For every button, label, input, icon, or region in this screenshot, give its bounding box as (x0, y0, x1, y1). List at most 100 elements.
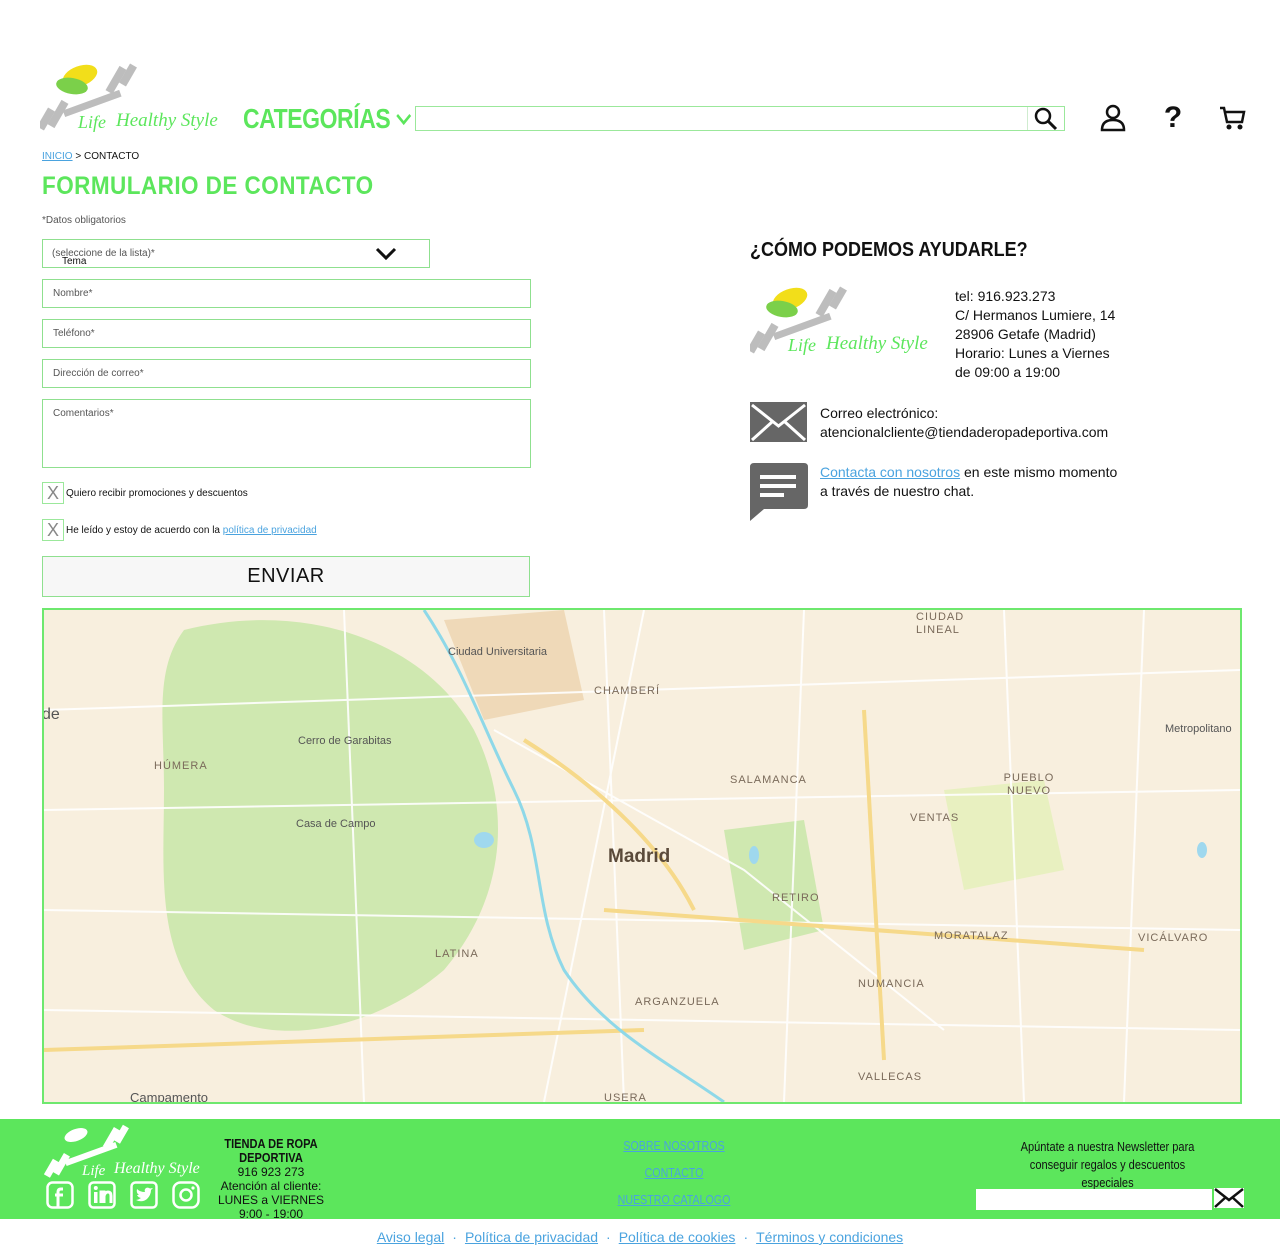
breadcrumb: INICIO > CONTACTO (42, 151, 139, 162)
svg-text:Life: Life (81, 1163, 106, 1179)
svg-text:Healthy Style: Healthy Style (115, 110, 218, 131)
search-button[interactable] (1027, 107, 1064, 130)
contact-info: tel: 916.923.273 C/ Hermanos Lumiere, 14… (955, 287, 1115, 382)
footer-link-about[interactable]: SOBRE NOSOTROS (613, 1138, 734, 1153)
legal-link-terminos[interactable]: Términos y condiciones (756, 1229, 903, 1245)
footer-link-catalog[interactable]: NUESTRO CATALOGO (613, 1192, 734, 1207)
email-info: Correo electrónico: atencionalcliente@ti… (820, 404, 1108, 442)
svg-text:Life: Life (787, 335, 816, 355)
footer-store-info: TIENDA DE ROPA DEPORTIVA 916 923 273 Ate… (205, 1136, 337, 1222)
account-button[interactable] (1096, 101, 1130, 135)
privacy-checkbox[interactable]: X (42, 519, 64, 541)
map-label-salamanca: SALAMANCA (730, 774, 807, 786)
linkedin-icon[interactable] (88, 1181, 116, 1209)
help-button[interactable]: ? (1156, 101, 1190, 135)
name-field[interactable]: Nombre* (42, 279, 531, 308)
breadcrumb-current: CONTACTO (83, 151, 140, 162)
help-logo: Life Healthy Style (747, 283, 930, 359)
email-label: Dirección de correo* (53, 368, 144, 379)
map-label-usera: USERA (604, 1092, 647, 1104)
legal-link-cookies[interactable]: Política de cookies (619, 1229, 736, 1245)
map-label-vicalvaro: VICÁLVARO (1138, 932, 1209, 944)
map-label-moratalaz: MORATALAZ (934, 930, 1009, 942)
required-note: *Datos obligatorios (42, 215, 126, 226)
map-label-humera: HÚMERA (154, 760, 208, 772)
map-label-ciudad-lineal: CIUDAD LINEAL (916, 611, 965, 636)
privacy-policy-link[interactable]: política de privacidad (223, 525, 317, 536)
newsletter-text: Apúntate a nuestra Newsletter para conse… (1020, 1139, 1195, 1190)
footer-store-title: TIENDA DE ROPA DEPORTIVA (224, 1136, 318, 1165)
phone-field[interactable]: Teléfono* (42, 319, 531, 348)
footer-logo[interactable]: Life Healthy Style (43, 1123, 204, 1181)
cart-icon (1220, 106, 1246, 130)
privacy-label: He leído y estoy de acuerdo con la (66, 525, 220, 536)
contact-hours1: Horario: Lunes a Viernes (955, 345, 1110, 361)
breadcrumb-home-link[interactable]: INICIO (42, 151, 73, 162)
legal-separator: · (606, 1229, 611, 1245)
map-label-metropolitano: Metropolitano (1165, 723, 1232, 735)
legal-links: Aviso legal · Política de privacidad · Polít… (0, 1229, 1280, 1245)
footer-store-days: LUNES a VIERNES (217, 1193, 325, 1207)
cart-button[interactable] (1215, 101, 1249, 135)
categories-menu[interactable]: CATEGORÍAS (243, 103, 412, 135)
search-icon (1034, 107, 1058, 130)
map-label-arganzuela: ARGANZUELA (635, 996, 720, 1008)
contact-phone: tel: 916.923.273 (955, 288, 1056, 304)
send-button[interactable]: ENVIAR (42, 556, 530, 597)
question-icon: ? (1163, 101, 1183, 134)
svg-text:Healthy Style: Healthy Style (113, 1160, 200, 1177)
chat-icon (750, 463, 808, 521)
twitter-icon[interactable] (130, 1181, 158, 1209)
map-label-edge: de (42, 706, 60, 723)
legal-separator: · (452, 1229, 457, 1245)
help-title: ¿CÓMO PODEMOS AYUDARLE? (750, 239, 1028, 261)
envelope-icon (750, 402, 807, 442)
newsletter-email-input[interactable] (976, 1189, 1212, 1210)
contact-hours2: de 09:00 a 19:00 (955, 364, 1061, 380)
legal-link-privacidad[interactable]: Política de privacidad (465, 1229, 598, 1245)
breadcrumb-separator: > (75, 151, 82, 162)
contact-address1: C/ Hermanos Lumiere, 14 (955, 307, 1116, 323)
map-label-madrid: Madrid (608, 846, 671, 867)
map-label-ciudad-universitaria: Ciudad Universitaria (448, 646, 548, 658)
topic-select[interactable]: Tema (seleccione de la lista)* (42, 239, 430, 268)
map-label-chamberi: CHAMBERÍ (594, 685, 661, 697)
chat-text-2: a través de nuestro chat. (820, 483, 975, 499)
chat-info: Contacta con nosotros en este mismo mome… (820, 463, 1117, 501)
contact-address2: 28906 Getafe (Madrid) (955, 326, 1096, 342)
map-label-ventas: VENTAS (910, 812, 960, 824)
map-label-cerro: Cerro de Garabitas (298, 735, 392, 747)
map-label-numancia: NUMANCIA (858, 978, 925, 990)
phone-label: Teléfono* (53, 328, 95, 339)
map-label-retiro: RETIRO (772, 892, 820, 904)
legal-separator: · (743, 1229, 749, 1245)
map-label-casa-de-campo: Casa de Campo (296, 818, 376, 830)
email-info-label: Correo electrónico: (820, 405, 939, 421)
topic-label: Tema (62, 256, 87, 267)
instagram-icon[interactable] (172, 1181, 200, 1209)
location-map[interactable]: Ciudad Universitaria CHAMBERÍ CIUDAD LIN… (42, 608, 1242, 1104)
facebook-icon[interactable] (46, 1181, 74, 1209)
footer-links: SOBRE NOSOTROS CONTACTO NUESTRO CATALOGO (600, 1138, 748, 1219)
promo-checkbox[interactable]: X (42, 482, 64, 504)
site-logo[interactable]: Life Healthy Style (37, 60, 220, 136)
map-label-campamento: Campamento (130, 1090, 209, 1104)
footer-link-contact[interactable]: CONTACTO (613, 1165, 734, 1180)
newsletter-send-button[interactable] (1214, 1188, 1244, 1208)
chevron-down-icon (395, 113, 411, 126)
legal-link-aviso[interactable]: Aviso legal (377, 1229, 444, 1245)
email-field[interactable]: Dirección de correo* (42, 359, 531, 388)
map-label-vallecas: VALLECAS (858, 1071, 923, 1083)
search-input[interactable] (416, 107, 1038, 130)
envelope-icon (1214, 1188, 1244, 1208)
map-label-latina: LATINA (435, 948, 479, 960)
chat-link[interactable]: Contacta con nosotros (820, 464, 960, 480)
email-address[interactable]: atencionalcliente@tiendaderopadeportiva.… (820, 423, 1108, 442)
footer-store-attention: Atención al cliente: (220, 1179, 322, 1193)
footer-store-hours: 9:00 - 19:00 (238, 1207, 304, 1221)
map-label-pueblo-nuevo: PUEBLO NUEVO (1003, 772, 1055, 797)
chevron-down-icon (375, 247, 397, 261)
user-icon (1100, 104, 1126, 132)
categories-label: CATEGORÍAS (243, 103, 391, 134)
comments-field[interactable]: Comentarios* (42, 399, 531, 468)
